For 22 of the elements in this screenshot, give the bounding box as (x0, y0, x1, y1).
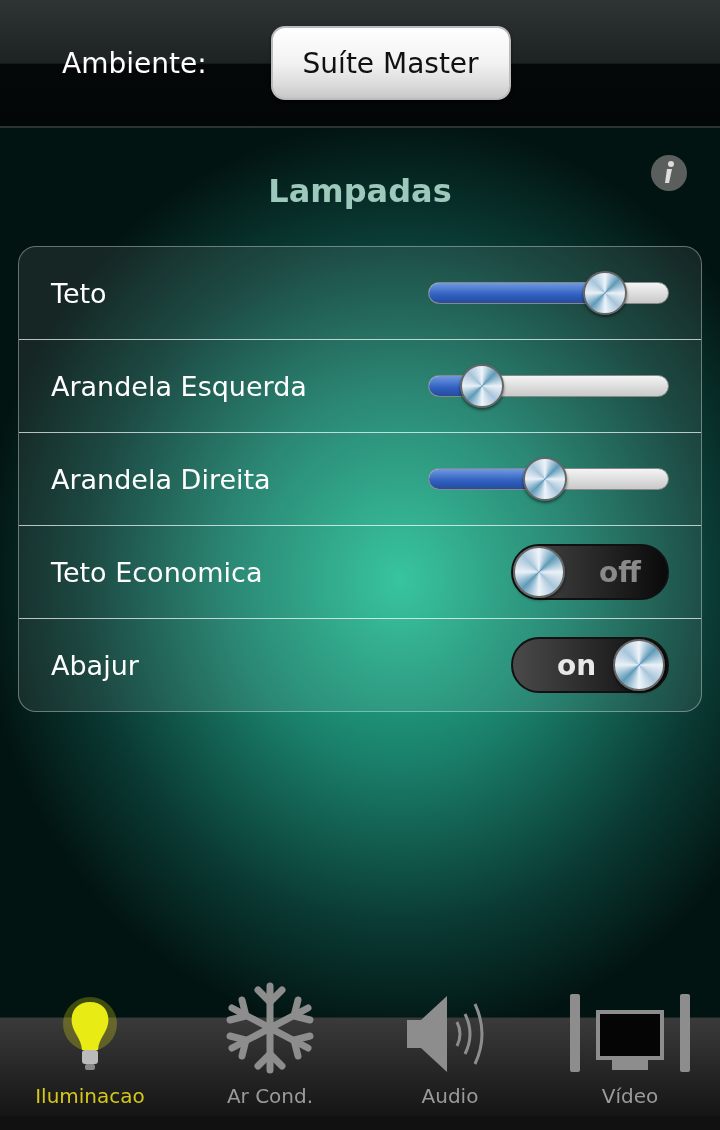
nav-tab[interactable]: Vídeo (540, 956, 720, 1116)
section-title: Lampadas (268, 172, 452, 212)
nav-tab[interactable]: Ar Cond. (180, 956, 360, 1116)
toggle-label: off (599, 555, 641, 589)
toggle-switch[interactable]: off (511, 544, 669, 600)
control-label: Arandela Esquerda (51, 370, 307, 402)
nav-tab[interactable]: Audio (360, 956, 540, 1116)
toggle-knob (613, 639, 665, 691)
info-icon[interactable] (650, 154, 688, 192)
room-button[interactable]: Suíte Master (270, 26, 511, 100)
control-label: Teto Economica (51, 556, 263, 588)
slider-thumb[interactable] (522, 457, 567, 501)
control-label: Arandela Direita (51, 463, 271, 495)
nav-tab[interactable]: Iluminacao (0, 956, 180, 1116)
toggle-knob (513, 546, 565, 598)
control-label: Abajur (51, 649, 139, 681)
control-label: Teto (51, 277, 107, 309)
slider-thumb[interactable] (460, 364, 504, 408)
slider-thumb[interactable] (582, 271, 627, 315)
toggle-switch[interactable]: on (511, 637, 669, 693)
toggle-label: on (557, 648, 597, 682)
ambiente-label: Ambiente: (62, 46, 207, 80)
